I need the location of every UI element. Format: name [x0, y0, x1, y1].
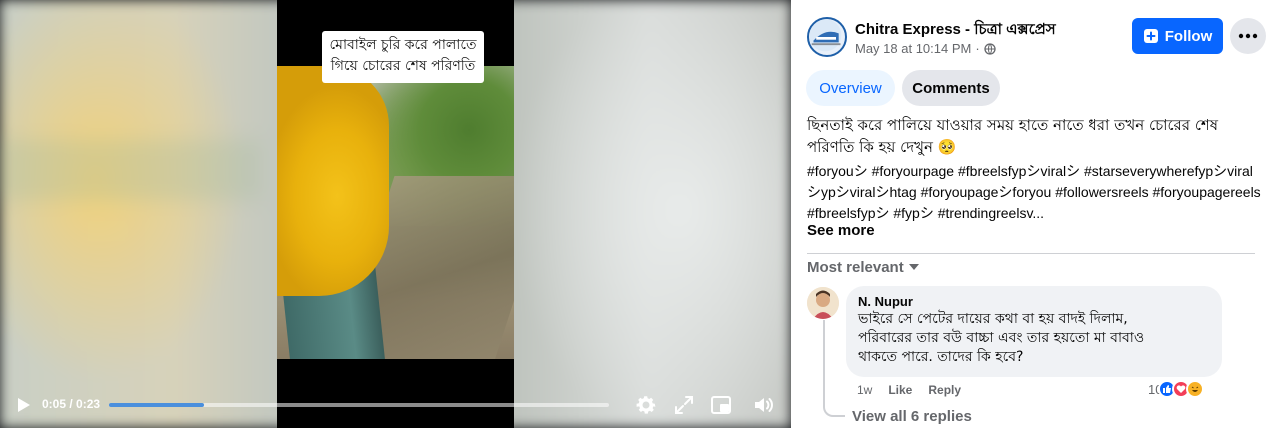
comment-sort-dropdown[interactable]: Most relevant [807, 259, 919, 276]
train-logo-icon [809, 19, 842, 52]
comment-like-button[interactable]: Like [888, 383, 912, 397]
page-name[interactable]: Chitra Express - চিত্রা এক্সপ্রেস [855, 18, 1056, 43]
comment-text-line-1: ভাইরে সে পেটের দায়ের কথা বা হয় বাদই দি… [858, 311, 1128, 327]
video-progress-fill [109, 403, 204, 407]
video-controls: 0:05 / 0:23 [0, 382, 791, 428]
comment-text: ভাইরে সে পেটের দায়ের কথা বা হয় বাদই দি… [858, 310, 1210, 367]
post-side-panel: Chitra Express - চিত্রা এক্সপ্রেস May 18… [791, 0, 1271, 428]
haha-reaction-icon [1186, 380, 1205, 398]
follow-button-label: Follow [1164, 27, 1213, 45]
post-date[interactable]: May 18 at 10:14 PM [855, 41, 971, 56]
comment-reactions[interactable]: 10 [1148, 380, 1205, 398]
video-player[interactable]: মোবাইল চুরি করে পালাতে গিয়ে চোরের শেষ প… [0, 0, 791, 428]
overlay-caption-line-1: মোবাইল চুরি করে পালাতে [329, 37, 477, 53]
comment-time[interactable]: 1w [857, 383, 872, 397]
commenter-avatar[interactable] [807, 287, 839, 319]
see-more-link[interactable]: See more [807, 222, 875, 239]
ellipsis-icon [1238, 33, 1258, 39]
post-meta: May 18 at 10:14 PM · [855, 41, 996, 56]
video-progress-bar[interactable] [109, 403, 609, 407]
video-scene [277, 66, 514, 359]
overlay-caption-line-2: গিয়ে চোরের শেষ পরিণতি [330, 58, 476, 74]
meta-separator: · [975, 41, 980, 56]
comment-bubble: N. Nupur ভাইরে সে পেটের দায়ের কথা বা হয… [846, 286, 1222, 377]
avatar-image [807, 287, 839, 319]
miniplayer-icon[interactable] [709, 393, 733, 417]
comment-reply-button[interactable]: Reply [928, 383, 961, 397]
globe-icon [984, 42, 996, 55]
play-icon[interactable] [14, 396, 32, 414]
comment-actions: 1w Like Reply [857, 383, 961, 397]
caret-down-icon [908, 264, 919, 270]
tab-comments[interactable]: Comments [902, 70, 1000, 106]
video-frame[interactable]: মোবাইল চুরি করে পালাতে গিয়ে চোরের শেষ প… [277, 0, 514, 428]
comment-text-line-3: থাকতে পারে. তাদের কি হবে? [858, 349, 1024, 365]
page-avatar[interactable] [807, 17, 847, 57]
volume-icon[interactable] [752, 393, 776, 417]
expand-icon[interactable] [672, 393, 696, 417]
section-divider [807, 253, 1255, 254]
reply-thread-line [823, 320, 845, 417]
scene-passenger [277, 66, 389, 296]
comment-text-line-2: পরিবারের তার বউ বাচ্চা এবং তার হয়তো মা … [858, 330, 1145, 346]
sort-label: Most relevant [807, 259, 904, 276]
follow-button[interactable]: Follow [1132, 18, 1223, 54]
post-hashtags[interactable]: #foryouシ #foryourpage #fbreelsfypシviralシ… [807, 161, 1263, 224]
video-time: 0:05 / 0:23 [42, 397, 101, 411]
follow-flag-icon [1143, 29, 1158, 43]
post-description: ছিনতাই করে পালিয়ে যাওয়ার সময় হাতে নাত… [807, 116, 1219, 156]
settings-gear-icon[interactable] [634, 393, 658, 417]
more-options-button[interactable] [1230, 18, 1266, 54]
comment-author[interactable]: N. Nupur [858, 294, 1210, 309]
video-overlay-caption: মোবাইল চুরি করে পালাতে গিয়ে চোরের শেষ প… [322, 31, 484, 83]
tab-overview[interactable]: Overview [806, 70, 895, 106]
view-replies-link[interactable]: View all 6 replies [852, 408, 972, 425]
